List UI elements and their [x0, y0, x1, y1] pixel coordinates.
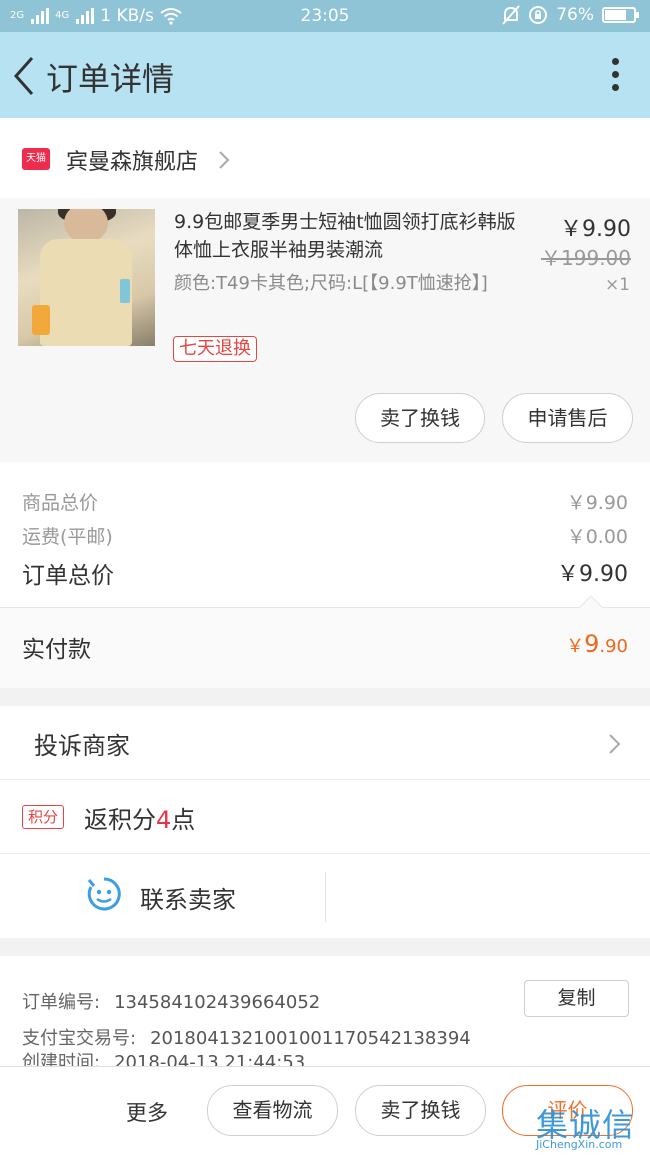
shipping-value: ￥0.00: [566, 526, 628, 548]
return-policy-badge: 七天退换: [173, 336, 257, 362]
contact-seller-button[interactable]: 联系卖家: [140, 880, 236, 915]
order-number-label: 订单编号:: [22, 992, 101, 1013]
copy-button[interactable]: 复制: [524, 980, 629, 1017]
status-bar: 2G 4G 1 KB/s 23:05 76%: [0, 0, 650, 32]
shipping-row: 运费(平邮) ￥0.00: [22, 522, 628, 549]
back-arrow-icon[interactable]: [10, 54, 40, 98]
order-info: 订单编号: 134584102439664052 复制 支付宝交易号: 201804…: [0, 956, 650, 1066]
points-badge: 积分: [22, 805, 64, 829]
paid-label: 实付款: [22, 637, 91, 663]
goods-total-label: 商品总价: [22, 492, 99, 514]
paid-decimal: .90: [599, 636, 628, 657]
page-title: 订单详情: [46, 60, 175, 98]
created-row: 创建时间: 2018-04-13 21:44:53: [22, 1048, 305, 1066]
points-prefix: 返积分: [84, 806, 156, 834]
status-right: 76%: [502, 5, 639, 25]
points-suffix: 点: [171, 806, 196, 834]
order-number-row: 订单编号: 134584102439664052: [22, 988, 320, 1014]
product-card: 9.9包邮夏季男士短袖t恤圆领打底衫韩版体恤上衣服半袖男装潮流 颜色:T49卡其…: [0, 198, 650, 462]
paid-currency: ￥: [566, 636, 585, 657]
order-number: 134584102439664052: [114, 992, 321, 1013]
price-summary: 商品总价 ￥9.90 运费(平邮) ￥0.00 订单总价 ￥9.90: [0, 462, 650, 607]
sell-for-cash-button[interactable]: 卖了换钱: [355, 393, 485, 443]
points-text: 返积分4点: [84, 800, 195, 835]
points-value: 4: [156, 806, 172, 834]
more-button[interactable]: 更多: [126, 1097, 168, 1127]
alipay-row: 支付宝交易号: 2018041321001001170542138394: [22, 1024, 471, 1050]
chevron-right-icon: [609, 734, 621, 754]
after-sale-button[interactable]: 申请售后: [502, 393, 633, 443]
complain-merchant-row[interactable]: 投诉商家: [0, 706, 650, 780]
order-total-row: 订单总价 ￥9.90: [22, 556, 628, 590]
watermark-logo: 集诚信 JiChengXin.com: [520, 1098, 650, 1155]
goods-total-value: ￥9.90: [566, 492, 628, 514]
battery-icon: [602, 7, 639, 23]
product-spec: 颜色:T49卡其色;尺码:L[【9.9T恤速抢】]: [174, 273, 488, 294]
created-time: 2018-04-13 21:44:53: [114, 1052, 306, 1066]
paid-amount-row: 实付款 ￥9.90: [0, 595, 650, 688]
created-label: 创建时间:: [22, 1052, 101, 1066]
rotation-lock-icon: [529, 6, 548, 24]
shop-name: 宾曼森旗舰店: [66, 150, 199, 175]
view-logistics-button[interactable]: 查看物流: [207, 1085, 338, 1136]
order-total-value: ￥9.90: [557, 562, 628, 587]
complain-merchant-label: 投诉商家: [34, 732, 130, 760]
product-original-price: ￥199.00: [541, 246, 631, 270]
goods-total-row: 商品总价 ￥9.90: [22, 488, 628, 515]
points-row: 积分 返积分4点: [0, 780, 650, 854]
paid-amount: ￥9.90: [566, 630, 628, 658]
watermark-sub: JiChengXin.com: [536, 1138, 623, 1151]
sell-for-cash-button[interactable]: 卖了换钱: [355, 1085, 486, 1136]
shipping-label: 运费(平邮): [22, 526, 113, 548]
more-menu-icon[interactable]: [610, 58, 620, 94]
order-total-label: 订单总价: [22, 563, 114, 589]
product-title[interactable]: 9.9包邮夏季男士短袖t恤圆领打底衫韩版体恤上衣服半袖男装潮流: [174, 208, 519, 264]
paid-integer: 9: [584, 630, 600, 658]
tmall-logo-icon: 天猫: [22, 148, 50, 170]
chat-smile-icon[interactable]: [86, 876, 122, 912]
alipay-label: 支付宝交易号:: [22, 1028, 137, 1049]
chevron-right-icon: [219, 151, 230, 169]
mute-bell-icon: [502, 5, 520, 25]
product-price: ￥9.90: [560, 217, 631, 242]
top-nav: 订单详情: [0, 32, 650, 118]
contact-row: 联系卖家: [0, 854, 650, 938]
divider: [325, 872, 326, 922]
alipay-number: 2018041321001001170542138394: [150, 1028, 471, 1049]
battery-percent: 76%: [556, 5, 594, 25]
shop-row[interactable]: 天猫 宾曼森旗舰店: [0, 118, 650, 198]
product-quantity: ×1: [604, 275, 630, 295]
product-thumbnail[interactable]: [18, 209, 155, 346]
